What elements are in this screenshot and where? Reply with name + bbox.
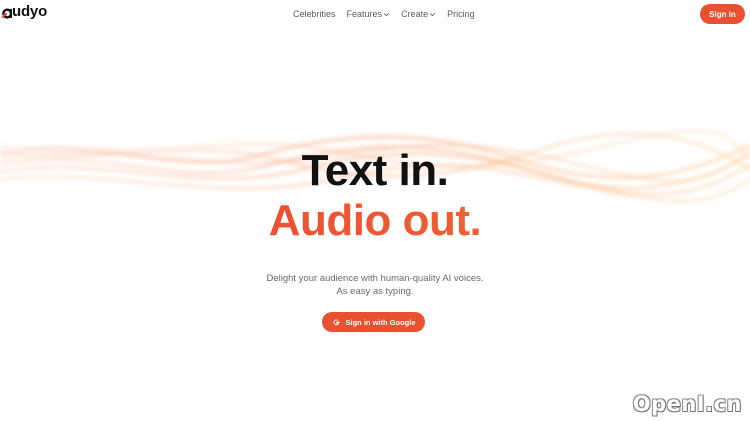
hero-headline-line1: Text in.	[301, 146, 449, 195]
nav-item-create[interactable]: Create	[401, 9, 436, 19]
landing-page: udyo Celebrities Features Create Pricing	[0, 0, 750, 421]
main-menu: Celebrities Features Create Pricing	[293, 9, 475, 19]
chevron-down-icon	[430, 12, 436, 16]
hero-headline-line2: Audio out.	[0, 196, 750, 246]
nav-item-label: Celebrities	[293, 9, 336, 19]
nav-item-label: Features	[346, 9, 383, 19]
hero: Text in. Audio out.	[0, 146, 750, 246]
sign-in-with-google-button[interactable]: Sign in with Google	[322, 312, 425, 332]
nav-item-label: Create	[401, 9, 429, 19]
nav-item-label: Pricing	[447, 9, 475, 19]
hero-subtitle-line1: Delight your audience with human-quality…	[266, 273, 484, 284]
hero-subtitle-line2: As easy as typing.	[336, 286, 414, 297]
nav-item-features[interactable]: Features	[347, 9, 391, 19]
watermark: OpenI.cn	[632, 392, 742, 416]
brand-name: udyo	[12, 3, 48, 20]
chevron-down-icon	[384, 12, 390, 16]
nav-item-celebrities[interactable]: Celebrities	[293, 9, 336, 19]
google-icon	[333, 319, 340, 325]
google-button-label: Sign in with Google	[345, 317, 416, 327]
hero-subtitle: Delight your audience with human-quality…	[0, 272, 750, 298]
logo[interactable]: udyo	[2, 3, 47, 20]
sign-in-button[interactable]: Sign in	[700, 4, 745, 24]
nav-item-pricing[interactable]: Pricing	[447, 9, 475, 19]
top-nav: udyo Celebrities Features Create Pricing	[0, 0, 750, 30]
logo-mark-icon	[2, 8, 12, 19]
